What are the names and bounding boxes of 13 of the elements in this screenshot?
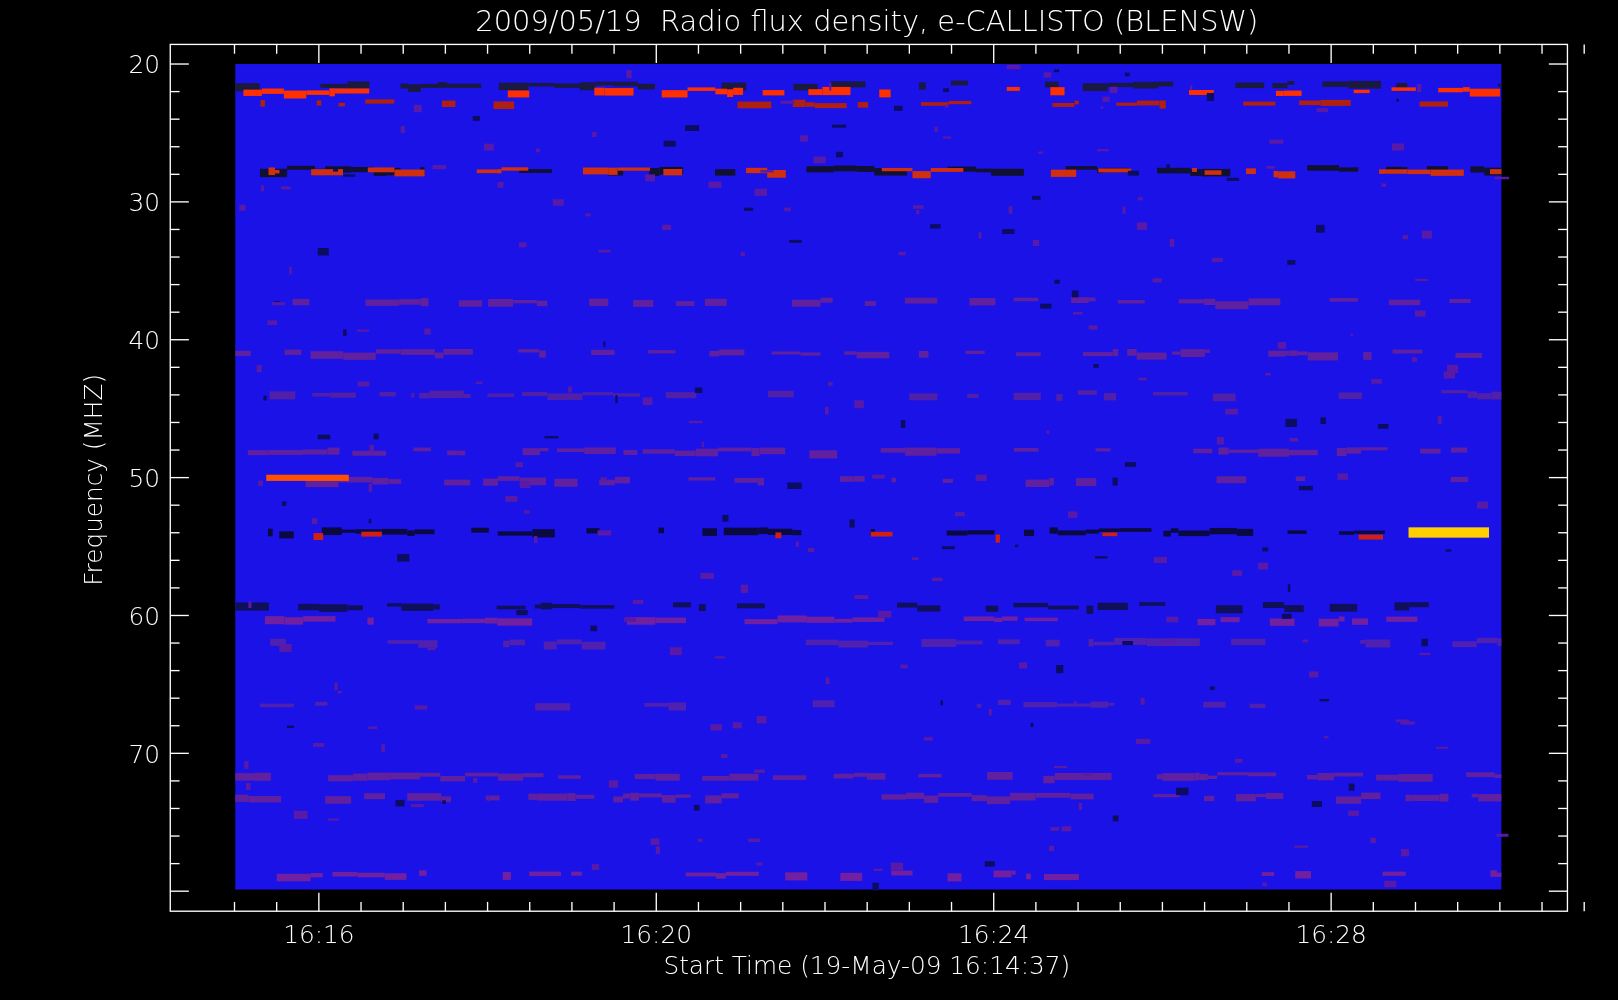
x-tick-label: 16:20 xyxy=(620,920,692,950)
y-tick-label: 70 xyxy=(128,739,160,769)
x-tick-label: 16:28 xyxy=(1295,920,1367,950)
y-axis-label: Frequency (MHZ) xyxy=(79,373,109,586)
y-tick-label: 30 xyxy=(128,188,160,218)
y-tick-label: 40 xyxy=(128,326,160,356)
y-tick-label: 60 xyxy=(128,601,160,631)
y-tick-label: 20 xyxy=(128,50,160,80)
x-axis-label: Start Time (19-May-09 16:14:37) xyxy=(663,951,1071,981)
x-tick-label: 16:16 xyxy=(283,920,355,950)
chart-title: 2009/05/19 Radio flux density, e-CALLISTO (BLENSW) xyxy=(475,4,1259,38)
x-tick-label: 16:24 xyxy=(958,920,1030,950)
y-tick-label: 50 xyxy=(128,463,160,493)
